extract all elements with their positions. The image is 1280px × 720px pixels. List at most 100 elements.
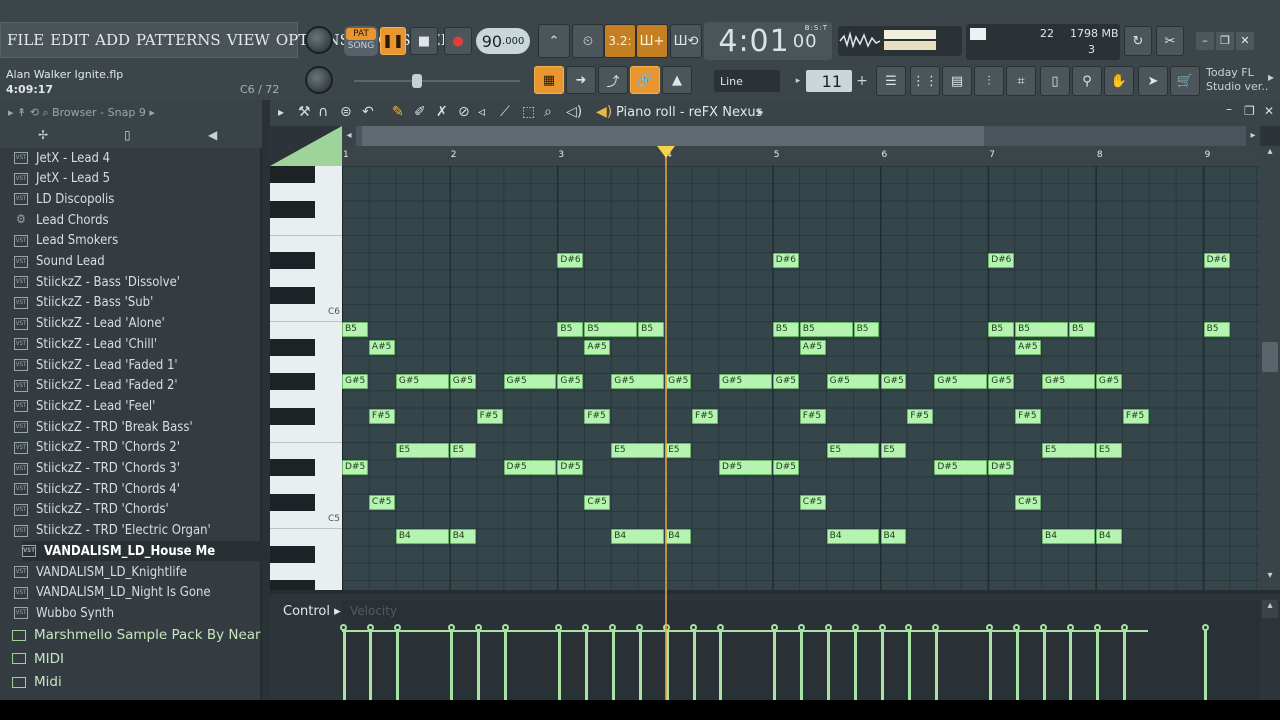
note-block[interactable]: B5: [853, 322, 880, 338]
black-key[interactable]: [270, 166, 315, 183]
note-block[interactable]: F#5: [368, 408, 395, 424]
note-grid[interactable]: D#6 D#6 D#6 D#6 B5 B5 B5 B5 B5 B5 B5 B5 B5 B5 B5 A#5 A#5…: [342, 166, 1260, 590]
note-block[interactable]: D#5: [342, 460, 368, 476]
browser-item[interactable]: VST VANDALISM_LD_Night Is Gone: [14, 583, 260, 603]
playhead-marker[interactable]: [657, 146, 675, 158]
velocity-bar[interactable]: [1123, 630, 1127, 704]
velocity-handle[interactable]: [1201, 624, 1209, 631]
note-block[interactable]: F#5: [1122, 408, 1149, 424]
tempo-display[interactable]: 90.000: [476, 28, 530, 54]
note-block[interactable]: E5: [1095, 443, 1122, 458]
note-block[interactable]: G#5: [1095, 374, 1122, 389]
minimize-button[interactable]: –: [1196, 32, 1214, 50]
note-block[interactable]: G#5: [503, 374, 557, 389]
note-block[interactable]: C#5: [584, 494, 611, 510]
playback-icon[interactable]: ⊜: [340, 104, 352, 120]
note-block[interactable]: B4: [611, 529, 665, 545]
stamp-icon[interactable]: ▲: [662, 66, 692, 94]
note-block[interactable]: C#5: [799, 494, 826, 510]
pr-close-button[interactable]: ✕: [1264, 104, 1274, 118]
brush-icon[interactable]: ✐: [414, 104, 426, 120]
note-block[interactable]: D#6: [988, 253, 1015, 269]
note-block[interactable]: E5: [611, 443, 665, 458]
browser-item[interactable]: VST VANDALISM_LD_House Me: [22, 541, 268, 562]
note-block[interactable]: A#5: [368, 339, 395, 355]
note-block[interactable]: B5: [584, 322, 638, 338]
velocity-bar[interactable]: [881, 630, 884, 704]
undo-history-icon[interactable]: ↶: [362, 104, 374, 120]
note-block[interactable]: A#5: [1015, 339, 1042, 355]
note-block[interactable]: G#5: [449, 374, 476, 389]
note-block[interactable]: F#5: [692, 408, 718, 424]
shop-icon[interactable]: 🛒: [1170, 66, 1200, 96]
note-block[interactable]: G#5: [611, 374, 665, 389]
browser-folder[interactable]: Marshmello Sample Pack By Near: [12, 624, 262, 646]
velocity-bar[interactable]: [504, 630, 508, 704]
black-key[interactable]: [270, 407, 315, 425]
velocity-bar[interactable]: [638, 630, 642, 704]
black-key[interactable]: [270, 338, 315, 356]
undo-icon[interactable]: ↻: [1124, 26, 1152, 56]
note-block[interactable]: F#5: [476, 408, 503, 424]
master-pitch-knob[interactable]: [305, 66, 333, 94]
note-block[interactable]: B4: [1042, 529, 1095, 545]
note-block[interactable]: E5: [449, 443, 476, 458]
velocity-bar[interactable]: [396, 630, 400, 704]
velocity-bar[interactable]: [854, 630, 858, 704]
note-block[interactable]: B4: [395, 529, 449, 545]
browser-item[interactable]: VST StiickzZ - TRD 'Chords 3': [14, 459, 260, 479]
note-block[interactable]: D#5: [557, 460, 584, 476]
note-block[interactable]: D#5: [718, 460, 772, 476]
zoom-tool-icon[interactable]: ⌕: [544, 104, 552, 120]
wait-input-icon[interactable]: ⏲: [572, 24, 604, 58]
channel-rack-icon[interactable]: ▤: [942, 66, 972, 96]
browser-item[interactable]: VST LD Discopolis: [14, 189, 260, 209]
note-block[interactable]: D#6: [1203, 253, 1230, 269]
menu-view[interactable]: VIEW: [227, 31, 270, 49]
speaker-icon[interactable]: ◀): [596, 104, 612, 120]
step-value-field[interactable]: 11: [806, 70, 852, 92]
tempo-tapper-icon[interactable]: ✋: [1104, 66, 1134, 96]
browser-icon[interactable]: ⌗: [1006, 66, 1036, 96]
browser-item[interactable]: VST VANDALISM_LD_Knightlife: [14, 562, 260, 582]
velocity-lane[interactable]: [340, 600, 1260, 704]
velocity-bar[interactable]: [800, 630, 804, 704]
record-button[interactable]: ●: [444, 27, 472, 55]
browser-item[interactable]: VST StiickzZ - TRD 'Chords': [14, 500, 260, 520]
note-block[interactable]: B5: [799, 322, 853, 338]
scroll-right-button[interactable]: ▸: [1246, 126, 1260, 146]
step-increase-button[interactable]: +: [854, 70, 870, 92]
note-block[interactable]: B5: [557, 322, 584, 338]
scroll-up-button[interactable]: ▴: [1262, 146, 1278, 164]
browser-item[interactable]: VST JetX - Lead 5: [14, 169, 260, 189]
velocity-bar[interactable]: [369, 630, 373, 704]
vertical-scrollbar[interactable]: ▴ ▾: [1260, 146, 1280, 590]
time-ruler[interactable]: 123456789: [342, 146, 1260, 166]
note-block[interactable]: B5: [1203, 322, 1230, 338]
note-block[interactable]: B4: [1095, 529, 1122, 545]
close-button[interactable]: ✕: [1236, 32, 1254, 50]
note-block[interactable]: G#5: [1042, 374, 1095, 389]
note-block[interactable]: E5: [395, 443, 449, 458]
velocity-bar[interactable]: [988, 630, 992, 704]
black-key[interactable]: [270, 286, 315, 304]
wrench-icon[interactable]: ⚒: [298, 104, 311, 120]
horizontal-scroll-thumb[interactable]: [362, 126, 984, 146]
note-block[interactable]: B5: [342, 322, 368, 338]
note-block[interactable]: B4: [665, 529, 692, 545]
slice-tool-icon[interactable]: ⟋: [500, 104, 510, 120]
velocity-bar[interactable]: [477, 630, 481, 704]
velocity-bar[interactable]: [1042, 630, 1046, 704]
velocity-bar[interactable]: [907, 630, 911, 704]
note-block[interactable]: B5: [1068, 322, 1095, 338]
black-key[interactable]: [270, 580, 315, 590]
browser-item[interactable]: VST StiickzZ - Lead 'Feel': [14, 396, 260, 416]
velocity-bar[interactable]: [1204, 630, 1208, 704]
step-decrease-button[interactable]: ▸: [792, 70, 804, 92]
vertical-scroll-thumb[interactable]: [1262, 342, 1278, 372]
note-block[interactable]: B4: [449, 529, 476, 545]
pause-button[interactable]: ❚❚: [380, 27, 406, 55]
browser-sort-icon[interactable]: ✢: [38, 128, 48, 142]
browser-speaker-icon[interactable]: ◀: [208, 128, 217, 142]
browser-folder[interactable]: Midi: [12, 671, 262, 693]
